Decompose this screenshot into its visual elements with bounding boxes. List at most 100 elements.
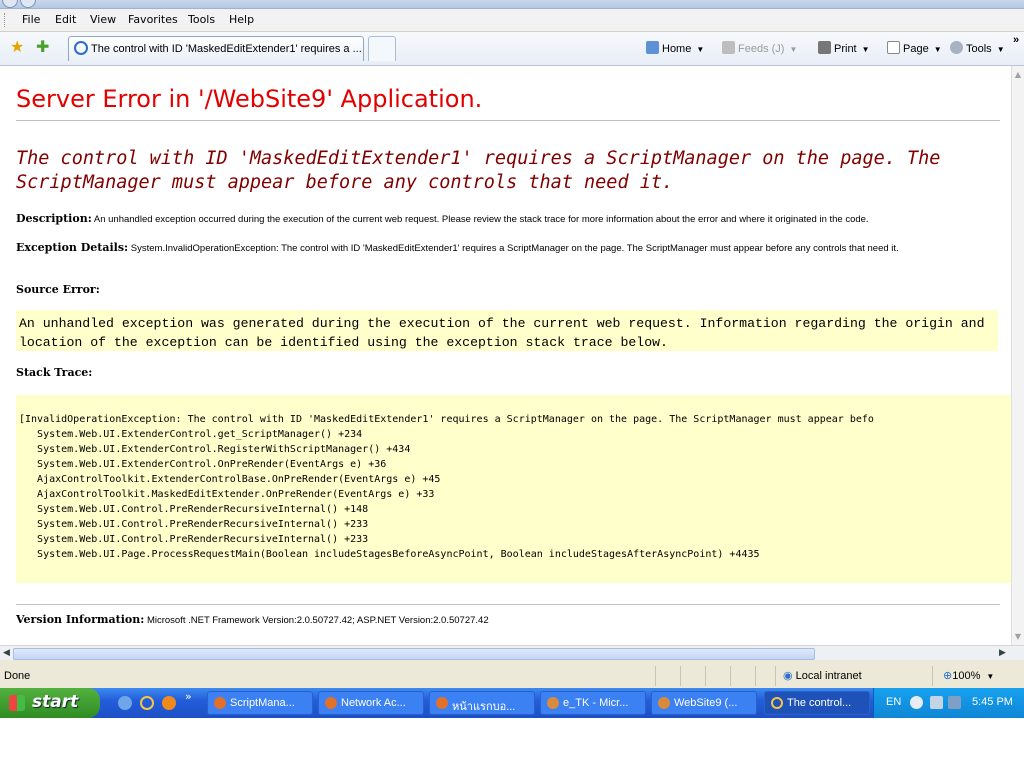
forward-button[interactable] [20, 0, 36, 8]
stack-line: AjaxControlToolkit.MaskedEditExtender.On… [19, 489, 435, 500]
description-paragraph: Description: An unhandled exception occu… [16, 213, 869, 226]
security-zone[interactable]: ◉ Local intranet [783, 669, 862, 682]
version-label: Version Information: [16, 613, 145, 626]
status-divider [680, 666, 681, 686]
menu-tools[interactable]: Tools [188, 13, 215, 26]
stack-line: System.Web.UI.Page.ProcessRequestMain(Bo… [19, 549, 760, 560]
chevron-down-icon[interactable]: ▼ [696, 45, 704, 54]
stack-line: System.Web.UI.ExtenderControl.RegisterWi… [19, 444, 411, 455]
taskbar-item-label: หน้าแรกบอ... [452, 701, 516, 713]
menu-favorites[interactable]: Favorites [128, 13, 178, 26]
scroll-thumb[interactable] [13, 648, 815, 660]
ie-page-icon [74, 41, 88, 55]
stack-trace-heading: Stack Trace: [16, 366, 93, 379]
print-icon [818, 41, 831, 54]
chevron-down-icon[interactable]: ▼ [862, 45, 870, 54]
zoom-icon: ⊕ [943, 670, 953, 682]
scroll-right-icon[interactable]: ▶ [996, 647, 1009, 659]
stack-line: AjaxControlToolkit.ExtenderControlBase.O… [19, 474, 441, 485]
menu-edit[interactable]: Edit [55, 13, 76, 26]
status-text: Done [4, 670, 31, 682]
network-icon[interactable] [930, 696, 943, 709]
status-divider [775, 666, 776, 686]
quicklaunch-overflow[interactable]: » [185, 690, 192, 703]
tab-active[interactable]: The control with ID 'MaskedEditExtender1… [68, 36, 364, 61]
menu-view[interactable]: View [90, 13, 116, 26]
quicklaunch-firefox-icon[interactable] [162, 696, 176, 710]
add-favorites-icon[interactable]: ✚ [36, 37, 49, 56]
tab-title: The control with ID 'MaskedEditExtender1… [91, 43, 362, 55]
chevron-down-icon[interactable]: ▼ [986, 672, 994, 681]
description-label: Description: [16, 212, 92, 225]
version-info: Version Information: Microsoft .NET Fram… [16, 613, 489, 626]
stack-line: System.Web.UI.Control.PreRenderRecursive… [19, 504, 369, 515]
chevron-down-icon[interactable]: ▼ [789, 45, 797, 54]
start-button[interactable]: start [0, 688, 100, 718]
favorites-star-icon[interactable]: ★ [10, 37, 24, 56]
taskbar-item[interactable]: หน้าแรกบอ... [429, 691, 535, 715]
menu-help[interactable]: Help [229, 13, 254, 26]
menu-grip [4, 13, 7, 27]
taskbar-item[interactable]: WebSite9 (... [651, 691, 757, 715]
window-title-bar [0, 0, 1024, 9]
stack-line: System.Web.UI.Control.PreRenderRecursive… [19, 519, 369, 530]
tray-expand-icon[interactable] [910, 696, 923, 709]
page-content: Server Error in '/WebSite9' Application.… [0, 66, 1011, 645]
quicklaunch-media-icon[interactable] [118, 696, 132, 710]
language-indicator[interactable]: EN [886, 696, 901, 708]
back-button[interactable] [2, 0, 18, 8]
scroll-up-icon[interactable]: ▲ [1012, 68, 1024, 81]
print-button[interactable]: Print ▼ [818, 41, 870, 55]
taskbar-item-label: e_TK - Micr... [563, 697, 629, 709]
chevron-down-icon[interactable]: ▼ [997, 45, 1005, 54]
page-button[interactable]: Page ▼ [887, 41, 942, 55]
scroll-down-icon[interactable]: ▼ [1012, 630, 1024, 643]
start-label: start [32, 692, 79, 712]
source-error-line: An unhandled exception was generated dur… [19, 316, 985, 331]
taskbar-item-active[interactable]: The control... [764, 691, 870, 715]
clock: 5:45 PM [972, 696, 1013, 708]
error-message: The control with ID 'MaskedEditExtender1… [16, 148, 941, 193]
status-divider [932, 666, 933, 686]
page-title: Server Error in '/WebSite9' Application. [16, 85, 483, 113]
source-error-box: An unhandled exception was generated dur… [16, 310, 998, 351]
description-text: An unhandled exception occurred during t… [93, 214, 869, 225]
status-divider [705, 666, 706, 686]
divider [16, 604, 1000, 605]
menu-file[interactable]: File [22, 13, 40, 26]
quicklaunch-ie-icon[interactable] [140, 696, 154, 710]
exception-text: System.InvalidOperationException: The co… [130, 243, 899, 254]
taskbar-item[interactable]: e_TK - Micr... [540, 691, 646, 715]
feeds-button[interactable]: Feeds (J) ▼ [722, 41, 797, 55]
chrome-icon [436, 697, 448, 709]
taskbar-item[interactable]: ScriptMana... [207, 691, 313, 715]
chrome-icon [214, 697, 226, 709]
taskbar-item[interactable]: Network Ac... [318, 691, 424, 715]
ie-icon [771, 697, 783, 709]
exception-paragraph: Exception Details: System.InvalidOperati… [16, 242, 1004, 255]
stack-trace-box: [InvalidOperationException: The control … [16, 395, 1011, 583]
gear-icon [950, 41, 963, 54]
menu-bar: File Edit View Favorites Tools Help [0, 9, 1024, 32]
horizontal-scrollbar[interactable]: ◀ ▶ [0, 645, 1024, 660]
status-divider [730, 666, 731, 686]
tools-button[interactable]: Tools ▼ [950, 41, 1005, 55]
tools-label: Tools [966, 43, 992, 55]
app-icon [547, 697, 559, 709]
page-label: Page [903, 43, 929, 55]
monitor-icon[interactable] [948, 696, 961, 709]
home-label: Home [662, 43, 692, 55]
new-tab-button[interactable] [368, 36, 396, 61]
vertical-scrollbar[interactable]: ▲ ▼ [1011, 66, 1024, 645]
zoom-control[interactable]: ⊕100% ▼ [943, 669, 994, 682]
stack-trace-text: [InvalidOperationException: The control … [19, 412, 874, 562]
home-button[interactable]: Home ▼ [646, 41, 704, 55]
chevron-down-icon[interactable]: ▼ [934, 45, 942, 54]
exception-label: Exception Details: [16, 241, 129, 254]
zoom-label: 100% [952, 670, 981, 682]
status-divider [655, 666, 656, 686]
scroll-left-icon[interactable]: ◀ [0, 647, 13, 659]
tab-toolbar: ★ ✚ The control with ID 'MaskedEditExten… [0, 32, 1024, 66]
toolbar-overflow-button[interactable]: » [1013, 34, 1019, 46]
stack-line: System.Web.UI.ExtenderControl.OnPreRende… [19, 459, 387, 470]
